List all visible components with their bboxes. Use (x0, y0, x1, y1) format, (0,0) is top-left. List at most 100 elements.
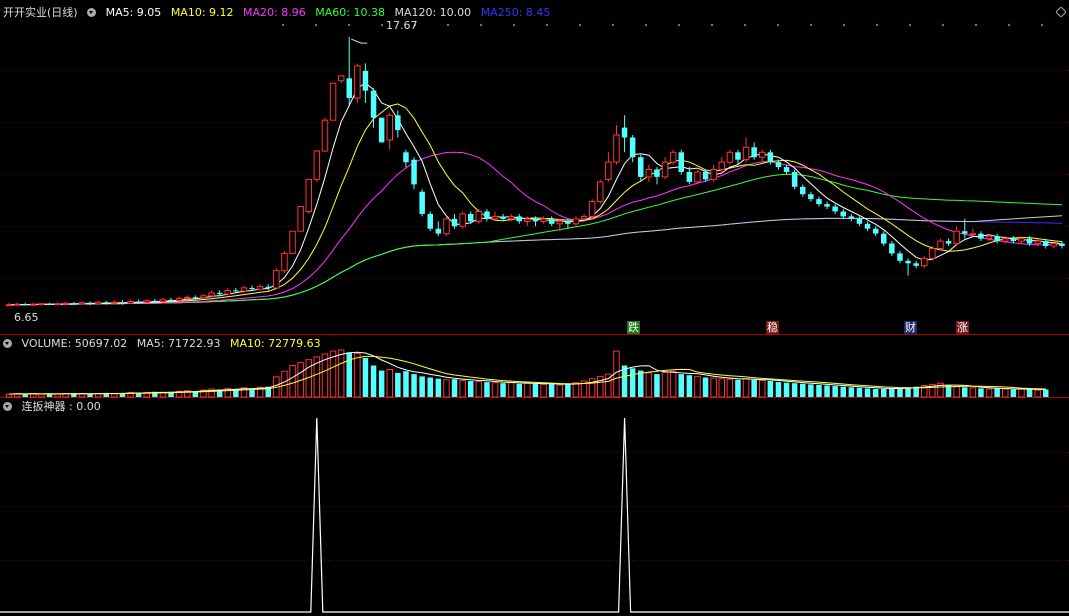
candle-body (500, 216, 506, 219)
marker-dot (381, 24, 383, 26)
candle-body (800, 186, 806, 195)
candle-body (597, 181, 604, 203)
main-chart-header: 开开实业(日线) MA5: 9.05 MA10: 9.12 MA20: 8.96… (3, 5, 556, 21)
volume-bar (281, 370, 288, 398)
volume-bar (540, 383, 547, 398)
candle-body (661, 161, 669, 178)
candle-body (94, 301, 102, 305)
volume-bar (953, 386, 960, 398)
candle-body (22, 304, 28, 306)
candle-body (742, 146, 750, 161)
kline-chart[interactable] (0, 0, 1069, 616)
candle-body (346, 78, 352, 98)
ma20-label: MA20: 8.96 (243, 6, 306, 19)
candle-body (775, 162, 782, 167)
volume-header: VOLUME: 50697.02 MA5: 71722.93 MA10: 727… (3, 336, 327, 352)
volume-bar (808, 384, 814, 397)
volume-dropdown-icon[interactable] (3, 339, 12, 348)
volume-bar (532, 383, 539, 397)
marker-dot (744, 24, 746, 26)
volume-bar (54, 393, 61, 398)
candle-body (767, 152, 774, 163)
volume-bar (791, 383, 798, 397)
volume-bar (548, 383, 555, 397)
candle-body (654, 169, 660, 177)
candle-body (832, 206, 838, 212)
settings-dropdown-icon[interactable] (87, 8, 97, 17)
volume-bar (702, 377, 709, 397)
volume-bar (443, 379, 450, 398)
candle-body (751, 147, 757, 158)
volume-bar (22, 394, 28, 397)
marker-dot (579, 24, 581, 26)
candle-body (111, 301, 118, 304)
candle-body (354, 65, 361, 99)
candle-body (1043, 241, 1049, 246)
candle-body (313, 150, 321, 180)
candle-body (192, 297, 199, 299)
volume-bar (638, 370, 644, 397)
candle-body (119, 302, 126, 304)
ma60-label: MA60: 10.38 (315, 6, 385, 19)
candle-body (265, 286, 271, 288)
volume-bar (38, 393, 45, 398)
marker-dot (546, 24, 548, 26)
volume-bar (565, 384, 571, 397)
volume-bar (718, 378, 725, 398)
volume-bar (524, 382, 531, 398)
volume-bar (832, 386, 838, 397)
candle-body (152, 300, 158, 302)
volume-bar (840, 386, 846, 397)
volume-bar (468, 381, 474, 397)
volume-bar (767, 381, 774, 397)
expand-icon[interactable] (1056, 7, 1066, 17)
candle-body (783, 167, 790, 172)
indicator-dropdown-icon[interactable] (3, 402, 12, 411)
candle-body (427, 213, 433, 229)
marker-dot (909, 24, 911, 26)
candle-body (1002, 238, 1009, 242)
candle-body (200, 295, 207, 299)
candle-body (71, 303, 77, 305)
volume-bar (362, 358, 369, 397)
candle-body (613, 134, 620, 163)
candle-body (370, 90, 377, 118)
low-price-label: 6.65 (14, 311, 39, 324)
candle-body (686, 172, 693, 182)
candle-body (451, 218, 458, 227)
candle-body (548, 218, 555, 224)
candle-body (297, 206, 304, 232)
candle-body (897, 253, 903, 261)
volume-bar (1002, 388, 1009, 398)
candle-body (702, 172, 709, 180)
volume-bar (556, 384, 563, 398)
candle-body (329, 82, 337, 121)
volume-bar (87, 394, 93, 397)
volume-bar (661, 371, 669, 398)
ma250-line (8, 217, 1063, 306)
volume-bar (507, 382, 515, 398)
candle-body (87, 302, 93, 304)
candle-body (669, 151, 677, 163)
candle-body (848, 216, 855, 219)
volume-bar (881, 389, 887, 397)
marker-dot (942, 24, 944, 26)
volume-value: VOLUME: 50697.02 (21, 337, 128, 350)
candle-body (159, 299, 167, 302)
volume-bar (889, 388, 895, 397)
volume-bar (694, 375, 701, 398)
candle-body (808, 194, 814, 200)
ma20-line (8, 151, 1063, 306)
marker-dot (447, 24, 449, 26)
candle-body (337, 75, 345, 82)
candle-body (249, 287, 255, 290)
candle-body (127, 301, 134, 304)
candle-body (945, 241, 952, 244)
volume-bar (742, 378, 750, 398)
candle-body (1050, 243, 1058, 247)
candle-body (759, 151, 766, 158)
candle-body (937, 240, 944, 250)
candle-body (994, 236, 1000, 241)
signal-zhang: 涨 (956, 321, 969, 334)
volume-bar (800, 383, 806, 397)
